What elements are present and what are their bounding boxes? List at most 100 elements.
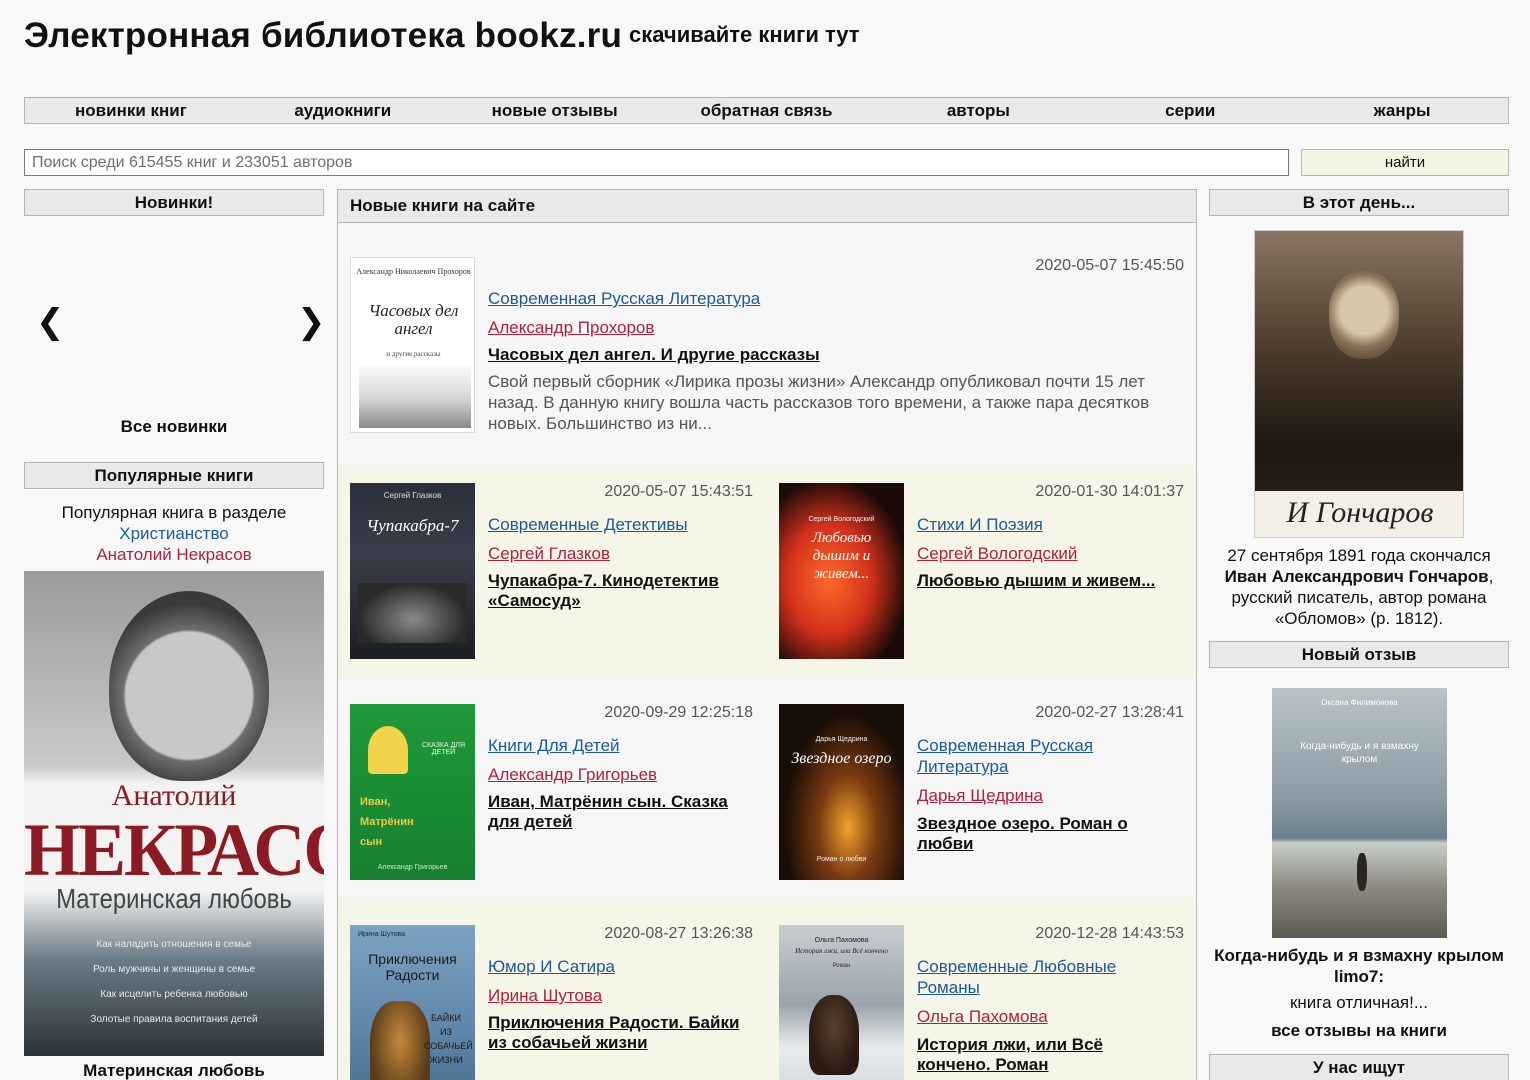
book-title-link[interactable]: Иван, Матрёнин сын. Сказка для детей — [488, 792, 753, 832]
book-row: Ирина Шутова Приключения Радости БАЙКИ И… — [338, 898, 1196, 1080]
book-item: Ирина Шутова Приключения Радости БАЙКИ И… — [350, 925, 755, 1080]
book-row: Сергей Глазков Чупакабра-7 2020-05-07 15… — [338, 466, 1196, 678]
book-date: 2020-09-29 12:25:18 — [604, 704, 753, 721]
book-row: Александр Николаевич Прохоров Часовых де… — [338, 224, 1196, 466]
signature: И Гончаров — [1255, 491, 1463, 537]
cover-illustration — [358, 583, 467, 643]
cover-illustration — [368, 726, 408, 774]
book-genre-link[interactable]: Стихи И Поэзия — [917, 514, 1182, 535]
cover-illustration — [359, 366, 471, 428]
book-title-link[interactable]: Любовью дышим и живем... — [917, 571, 1184, 591]
cover-illustration — [809, 995, 859, 1075]
page: Электронная библиотека bookz.ru скачивай… — [0, 0, 1530, 1080]
searching-header: У нас ищут — [1209, 1054, 1509, 1080]
writer-portrait[interactable]: И Гончаров — [1254, 230, 1464, 538]
nav-series[interactable]: серии — [1084, 98, 1296, 123]
main-nav: новинки книг аудиокниги новые отзывы обр… — [24, 97, 1509, 124]
nav-genres[interactable]: жанры — [1296, 98, 1508, 123]
book-item: Ольга Пахомова История лжи, или Всё конч… — [779, 925, 1184, 1080]
book-author-link[interactable]: Александр Григорьев — [488, 765, 657, 785]
writer-name[interactable]: Иван Александрович Гончаров — [1225, 567, 1489, 586]
book-genre-link[interactable]: Юмор И Сатира — [488, 956, 615, 977]
new-review-header: Новый отзыв — [1209, 641, 1509, 668]
book-title-link[interactable]: История лжи, или Всё кончено. Роман — [917, 1035, 1132, 1075]
book-date: 2020-05-07 15:43:51 — [604, 483, 753, 500]
book-date: 2020-02-27 13:28:41 — [1035, 704, 1184, 721]
author-photo — [109, 591, 269, 781]
nav-new-books[interactable]: новинки книг — [25, 98, 237, 123]
cover-last-name: НЕКРАСОВ — [24, 807, 324, 892]
review-book-link[interactable]: Когда-нибудь и я взмахну крылом — [1214, 946, 1504, 965]
popular-book-title[interactable]: Материнская любовь — [24, 1061, 324, 1080]
book-cover[interactable]: Дарья Щедрина Звездное озеро Роман о люб… — [779, 704, 904, 880]
book-author-link[interactable]: Ольга Пахомова — [917, 1007, 1048, 1027]
book-cover[interactable]: Сергей Вологодский Любовью дышим и живем… — [779, 483, 904, 659]
cover-line: Как исцелить ребенка любовью — [100, 989, 248, 1000]
book-genre-link[interactable]: Современные Детективы — [488, 514, 748, 535]
book-cover[interactable]: Ирина Шутова Приключения Радости БАЙКИ И… — [350, 925, 475, 1080]
book-author-link[interactable]: Сергей Вологодский — [917, 544, 1077, 564]
book-title-link[interactable]: Чупакабра-7. Кинодетектив «Самосуд» — [488, 571, 748, 611]
cover-illustration — [1357, 853, 1367, 891]
review-text: книга отличная!... — [1289, 993, 1429, 1012]
carousel-next-icon[interactable]: ❯ — [297, 302, 326, 342]
book-item: Александр Николаевич Прохоров Часовых де… — [350, 257, 1184, 447]
review-book-title: Когда-нибудь и я взмахну крылом limo7: — [1209, 945, 1509, 987]
book-genre-link[interactable]: Современная Русская Литература — [917, 735, 1147, 777]
book-item: СКАЗКА ДЛЯ ДЕТЕЙ Иван, Матрёнин сын Алек… — [350, 704, 755, 884]
new-books-panel: Новые книги на сайте Александр Николаеви… — [337, 189, 1197, 1080]
search-input[interactable] — [24, 149, 1289, 176]
book-item: Сергей Вологодский Любовью дышим и живем… — [779, 483, 1184, 663]
cover-illustration — [370, 1001, 430, 1080]
cover-title: Материнская любовь — [56, 883, 292, 914]
popular-intro: Популярная книга в разделе — [61, 503, 287, 522]
this-day-header: В этот день... — [1209, 189, 1509, 216]
site-tagline: скачивайте книги тут — [629, 22, 860, 47]
book-date: 2020-01-30 14:01:37 — [1035, 483, 1184, 500]
new-books-header: Новинки! — [24, 189, 324, 216]
book-description: Свой первый сборник «Лирика прозы жизни»… — [488, 372, 1150, 433]
book-title-link[interactable]: Приключения Радости. Байки из собачьей ж… — [488, 1013, 753, 1053]
book-genre-link[interactable]: Книги Для Детей — [488, 735, 620, 756]
cover-line: Роль мужчины и женщины в семье — [92, 964, 256, 975]
book-row: СКАЗКА ДЛЯ ДЕТЕЙ Иван, Матрёнин сын Алек… — [338, 678, 1196, 898]
book-genre-link[interactable]: Современная Русская Литература — [488, 288, 760, 309]
day-intro: 27 сентября 1891 года скончался — [1227, 546, 1491, 565]
cover-line: Золотые правила воспитания детей — [90, 1014, 258, 1025]
all-reviews-link[interactable]: все отзывы на книги — [1209, 1021, 1509, 1041]
book-item: Сергей Глазков Чупакабра-7 2020-05-07 15… — [350, 483, 755, 663]
popular-author-link[interactable]: Анатолий Некрасов — [96, 545, 251, 564]
book-cover[interactable]: СКАЗКА ДЛЯ ДЕТЕЙ Иван, Матрёнин сын Алек… — [350, 704, 475, 880]
portrait-face — [1329, 271, 1399, 359]
carousel-prev-icon[interactable]: ❮ — [36, 302, 65, 342]
book-genre-link[interactable]: Современные Любовные Романы — [917, 956, 1147, 998]
book-cover[interactable]: Ольга Пахомова История лжи, или Всё конч… — [779, 925, 904, 1080]
popular-section-link[interactable]: Христианство — [119, 524, 229, 543]
book-title-link[interactable]: Часовых дел ангел. И другие рассказы — [488, 345, 820, 365]
this-day-text: 27 сентября 1891 года скончался Иван Але… — [1224, 546, 1494, 628]
popular-book-cover[interactable]: Анатолий НЕКРАСОВ Материнская любовь Как… — [24, 571, 324, 1056]
cover-line: Как наладить отношения в семье — [96, 939, 252, 950]
review-user: limo7: — [1333, 967, 1385, 986]
book-cover[interactable]: Александр Николаевич Прохоров Часовых де… — [350, 257, 475, 433]
site-title[interactable]: Электронная библиотека bookz.ru — [24, 16, 622, 56]
nav-new-reviews[interactable]: новые отзывы — [449, 98, 661, 123]
book-cover[interactable]: Сергей Глазков Чупакабра-7 — [350, 483, 475, 659]
book-author-link[interactable]: Александр Прохоров — [488, 318, 654, 338]
new-books-panel-title: Новые книги на сайте — [338, 190, 1196, 223]
all-new-link[interactable]: Все новинки — [24, 417, 324, 437]
nav-audiobooks[interactable]: аудиокниги — [237, 98, 449, 123]
book-author-link[interactable]: Сергей Глазков — [488, 544, 610, 564]
book-date: 2020-08-27 13:26:38 — [604, 925, 753, 942]
nav-authors[interactable]: авторы — [872, 98, 1084, 123]
nav-feedback[interactable]: обратная связь — [661, 98, 873, 123]
book-title-link[interactable]: Звездное озеро. Роман о любви — [917, 814, 1132, 854]
popular-books-header: Популярные книги — [24, 462, 324, 489]
review-book-cover[interactable]: Оксана Филимонова Когда-нибудь и я взмах… — [1272, 688, 1447, 938]
search-button[interactable]: найти — [1301, 149, 1509, 176]
book-author-link[interactable]: Дарья Щедрина — [917, 786, 1043, 806]
book-item: Дарья Щедрина Звездное озеро Роман о люб… — [779, 704, 1184, 884]
book-date: 2020-12-28 14:43:53 — [1035, 925, 1184, 942]
book-author-link[interactable]: Ирина Шутова — [488, 986, 602, 1006]
popular-info: Популярная книга в разделе Христианство … — [24, 502, 324, 565]
